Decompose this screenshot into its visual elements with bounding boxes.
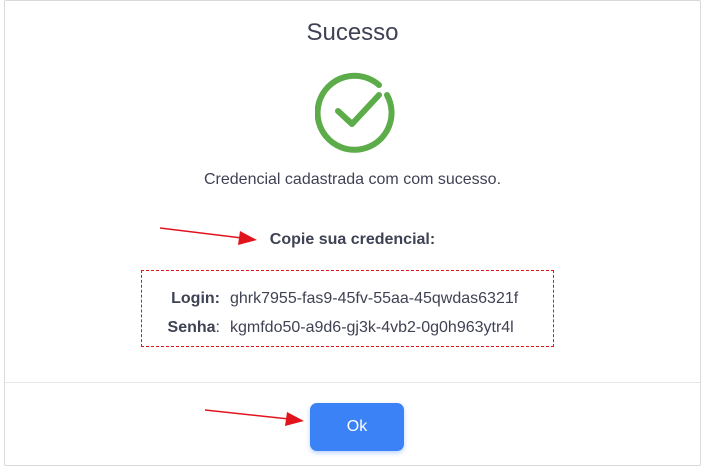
check-circle-icon [315,72,395,153]
password-label: Senha [167,319,216,336]
success-message: Credencial cadastrada com com sucesso. [203,171,502,188]
password-label-group: Senha: [168,319,220,337]
footer-divider [5,382,700,383]
dialog-title: Sucesso [306,19,399,46]
ok-button[interactable]: Ok [310,403,404,451]
login-label-group: Login: [171,290,220,308]
arrow-right-icon [204,409,304,426]
arrow-right-icon [159,227,257,245]
password-separator: : [215,319,220,336]
login-separator: : [214,290,220,307]
copy-credential-label: Copie sua credencial: [269,231,436,248]
credential-box: Login: ghrk7955-fas9-45fv-55aa-45qwdas63… [141,270,554,347]
password-value[interactable]: kgmfdo50-a9d6-gj3k-4vb2-0g0h963ytr4l [230,319,514,337]
login-value[interactable]: ghrk7955-fas9-45fv-55aa-45qwdas6321f [230,290,518,308]
login-label: Login [171,290,215,307]
success-dialog: Sucesso Credencial cadastrada com com su… [4,0,701,466]
